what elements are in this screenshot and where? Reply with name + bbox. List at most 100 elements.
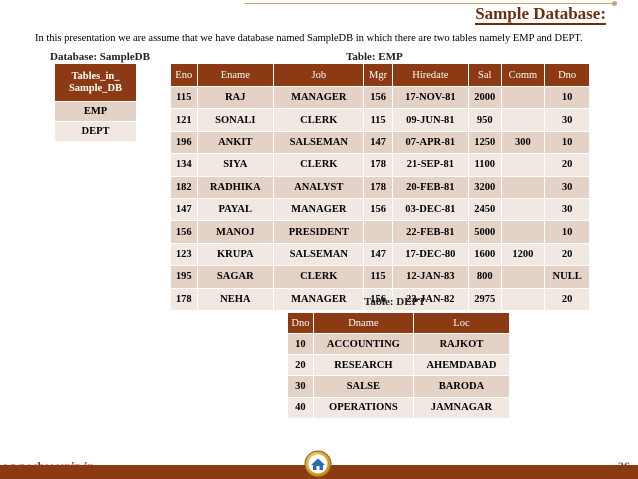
- table-cell: [500, 175, 546, 199]
- table-cell: 21-SEP-81: [391, 153, 469, 177]
- database-table-header: Tables_in_ Sample_DB: [54, 63, 137, 102]
- table-cell: 178: [363, 153, 393, 177]
- table-cell: 10: [544, 220, 590, 244]
- table-cell: 10: [544, 85, 590, 110]
- table-cell: 20: [287, 354, 314, 377]
- table-cell: PRESIDENT: [273, 220, 365, 244]
- table-row: 121 SONALI CLERK 115 09-JUN-81 950 30: [170, 108, 590, 132]
- table-cell: 40: [287, 396, 314, 419]
- table-cell: 178: [363, 175, 393, 199]
- table-cell: 30: [544, 175, 590, 199]
- column-header: Job: [273, 63, 365, 87]
- table-cell: 07-APR-81: [391, 130, 469, 155]
- table-cell: RESEARCH: [312, 354, 414, 377]
- table-cell: 195: [170, 265, 198, 289]
- table-row: EMP: [54, 101, 137, 122]
- table-cell: 17-NOV-81: [391, 85, 469, 110]
- table-cell: 10: [287, 332, 314, 356]
- table-cell: 182: [170, 175, 198, 199]
- emp-table: Eno Ename Job Mgr Hiredate Sal Comm Dno 115 RAJ M…: [170, 63, 590, 311]
- table-cell: 156: [363, 85, 393, 110]
- table-cell: NEHA: [196, 287, 275, 311]
- column-header: Eno: [170, 63, 198, 87]
- table-cell: 2450: [467, 197, 502, 222]
- table-cell: 300: [500, 130, 546, 155]
- table-cell: MANOJ: [196, 220, 275, 244]
- table-cell: 3200: [467, 175, 502, 199]
- table-row: 20 RESEARCH AHEMDABAD: [287, 354, 511, 377]
- table-cell: 2975: [467, 287, 502, 311]
- table-cell: 03-DEC-81: [391, 197, 469, 222]
- table-cell: 178: [170, 287, 198, 311]
- table-cell: 950: [467, 108, 502, 132]
- table-cell: EMP: [54, 101, 137, 122]
- column-header: Hiredate: [391, 63, 469, 87]
- table-row: 115 RAJ MANAGER 156 17-NOV-81 2000 10: [170, 85, 590, 110]
- emp-table-label: Table: EMP: [346, 51, 403, 63]
- table-cell: 09-JUN-81: [391, 108, 469, 132]
- table-cell: CLERK: [273, 153, 365, 177]
- column-header: Sal: [467, 63, 502, 87]
- table-cell: SONALI: [196, 108, 275, 132]
- table-cell: 115: [170, 85, 198, 110]
- table-cell: 22-FEB-81: [391, 220, 469, 244]
- column-header: Dno: [287, 312, 314, 334]
- table-cell: CLERK: [273, 265, 365, 289]
- column-header: Comm: [500, 63, 546, 87]
- database-table: Tables_in_ Sample_DB EMP DEPT: [54, 63, 137, 142]
- table-cell: SIYA: [196, 153, 275, 177]
- table-cell: [500, 108, 546, 132]
- table-cell: 2000: [467, 85, 502, 110]
- table-cell: RAJKOT: [412, 332, 511, 356]
- table-cell: 30: [287, 375, 314, 398]
- table-cell: 147: [170, 197, 198, 222]
- table-cell: OPERATIONS: [312, 396, 414, 419]
- table-cell: SALSEMAN: [273, 242, 365, 267]
- table-cell: 800: [467, 265, 502, 289]
- table-cell: 156: [170, 220, 198, 244]
- table-cell: 147: [363, 242, 393, 267]
- table-cell: 1250: [467, 130, 502, 155]
- table-cell: 1200: [500, 242, 546, 267]
- table-cell: RADHIKA: [196, 175, 275, 199]
- column-header: Dname: [312, 312, 414, 334]
- table-cell: 115: [363, 108, 393, 132]
- slide-title: Sample Database:: [475, 4, 606, 25]
- footer-link[interactable]: www.cbsecsnip.in: [4, 459, 94, 474]
- table-cell: 1600: [467, 242, 502, 267]
- table-cell: BARODA: [412, 375, 511, 398]
- table-cell: 17-DEC-80: [391, 242, 469, 267]
- dept-table: Dno Dname Loc 10 ACCOUNTING RAJKOT 20 RESEARCH…: [287, 312, 511, 419]
- table-cell: [500, 85, 546, 110]
- table-cell: AHEMDABAD: [412, 354, 511, 377]
- table-cell: 10: [544, 130, 590, 155]
- table-cell: ANALYST: [273, 175, 365, 199]
- table-cell: 121: [170, 108, 198, 132]
- title-rule-dot: [612, 1, 617, 6]
- table-cell: 134: [170, 153, 198, 177]
- table-cell: DEPT: [54, 121, 137, 142]
- table-cell: 156: [363, 197, 393, 222]
- table-cell: 12-JAN-83: [391, 265, 469, 289]
- table-row: 147 PAYAL MANAGER 156 03-DEC-81 2450 30: [170, 197, 590, 222]
- table-cell: MANAGER: [273, 85, 365, 110]
- table-row: 123 KRUPA SALSEMAN 147 17-DEC-80 1600 1200 20: [170, 242, 590, 267]
- table-cell: 20: [544, 287, 590, 311]
- table-row: 195 SAGAR CLERK 115 12-JAN-83 800 NULL: [170, 265, 590, 289]
- page-number: 36: [618, 459, 630, 473]
- table-cell: 115: [363, 265, 393, 289]
- table-cell: 20: [544, 242, 590, 267]
- table-cell: MANAGER: [273, 287, 365, 311]
- table-row: 196 ANKIT SALSEMAN 147 07-APR-81 1250 300 10: [170, 130, 590, 155]
- table-cell: SALSE: [312, 375, 414, 398]
- table-cell: ACCOUNTING: [312, 332, 414, 356]
- column-header: Dno: [544, 63, 590, 87]
- table-cell: KRUPA: [196, 242, 275, 267]
- home-icon[interactable]: [303, 450, 333, 478]
- table-cell: ANKIT: [196, 130, 275, 155]
- table-row: 10 ACCOUNTING RAJKOT: [287, 332, 511, 356]
- table-row: 182 RADHIKA ANALYST 178 20-FEB-81 3200 30: [170, 175, 590, 199]
- table-row: 40 OPERATIONS JAMNAGAR: [287, 396, 511, 419]
- table-cell: JAMNAGAR: [412, 396, 511, 419]
- table-row: DEPT: [54, 121, 137, 142]
